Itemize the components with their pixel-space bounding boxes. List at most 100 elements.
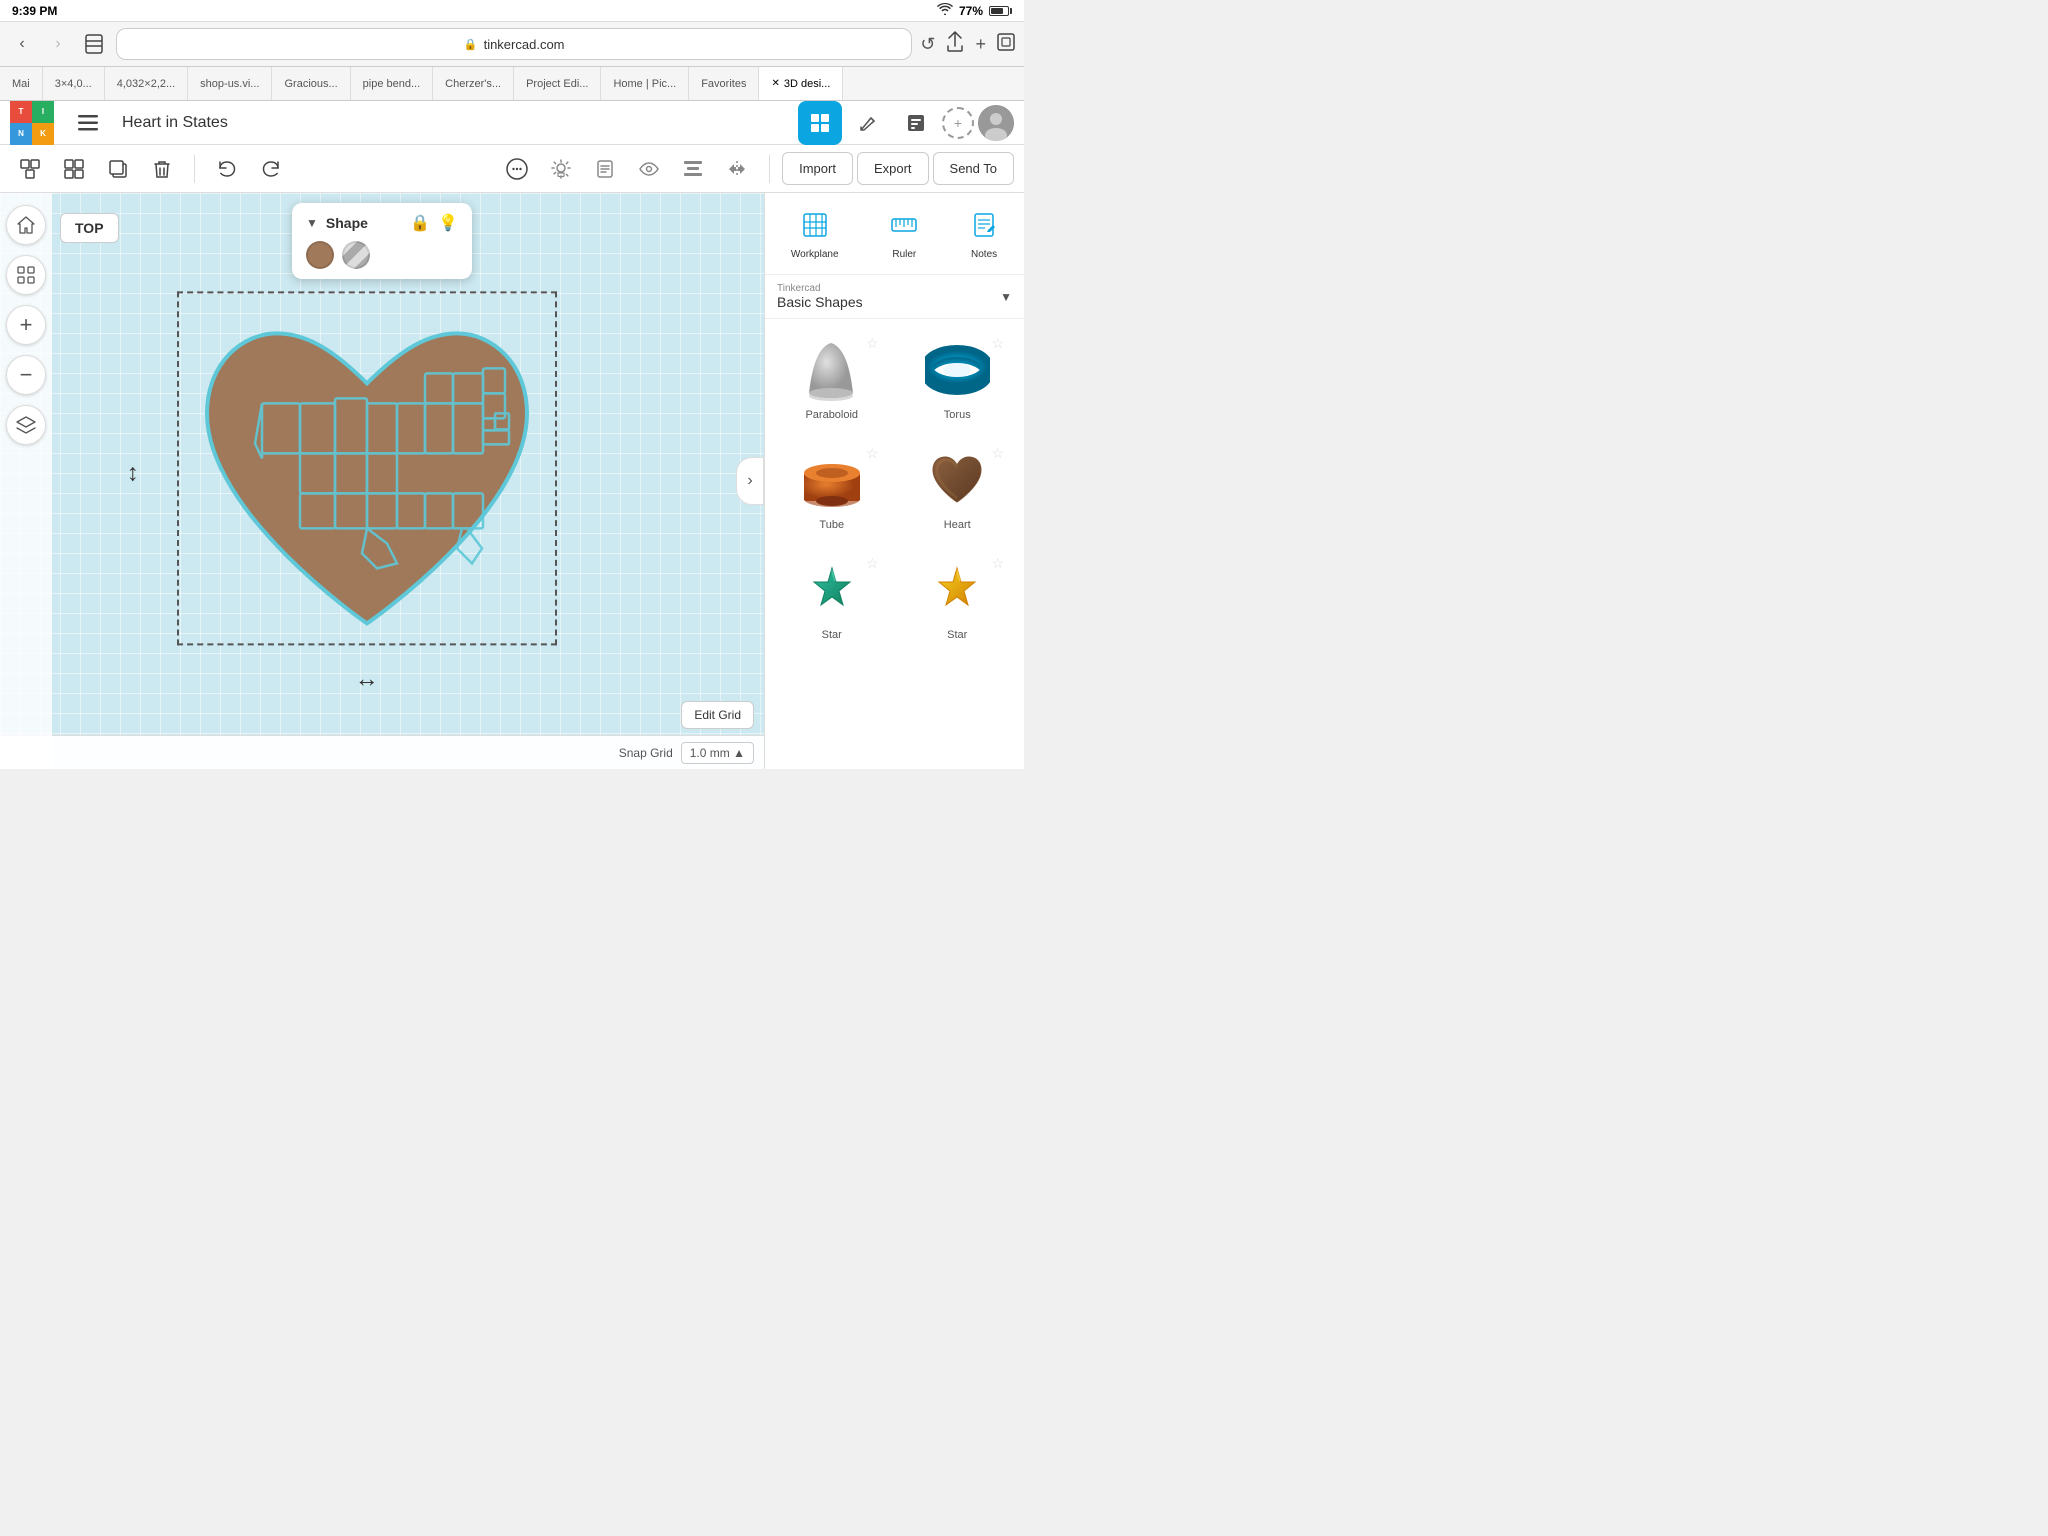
layers-button[interactable] (6, 405, 46, 445)
snap-grid-bar: Snap Grid 1.0 mm ▲ (0, 735, 764, 769)
shape-item-tube[interactable]: ☆ (773, 437, 891, 539)
forward-button[interactable]: › (44, 30, 72, 58)
bookmarks-button[interactable] (80, 30, 108, 58)
paraboloid-fav-star[interactable]: ☆ (866, 335, 879, 352)
tab-home[interactable]: Home | Pic... (601, 67, 689, 100)
mirror-button[interactable] (717, 150, 757, 188)
notes-icon (970, 211, 998, 245)
shape-item-paraboloid[interactable]: ☆ (773, 327, 891, 429)
horizontal-resize-arrow[interactable]: ↔ (355, 665, 379, 693)
shape-light-button[interactable]: 💡 (438, 213, 458, 233)
zoom-in-button[interactable]: + (6, 305, 46, 345)
tube-thumbnail (797, 445, 867, 515)
star2-name: Star (947, 629, 967, 641)
comment-button[interactable] (497, 150, 537, 188)
tab-gracious[interactable]: Gracious... (272, 67, 350, 100)
paraboloid-thumbnail (797, 335, 867, 405)
shape-item-heart[interactable]: ☆ H (899, 437, 1017, 539)
back-button[interactable]: ‹ (8, 30, 36, 58)
ruler-icon (890, 211, 918, 245)
export-button[interactable]: Export (857, 152, 929, 185)
app-header: T I N K Heart in States + (0, 101, 1024, 145)
hole-color-swatch[interactable] (342, 241, 370, 269)
heart-design-container[interactable]: ↕ ↔ (167, 283, 567, 663)
torus-fav-star[interactable]: ☆ (991, 335, 1004, 352)
grid-view-button[interactable] (798, 101, 842, 145)
import-button[interactable]: Import (782, 152, 853, 185)
menu-button[interactable] (66, 101, 110, 145)
vertical-resize-arrow[interactable]: ↕ (127, 459, 139, 487)
paraboloid-name: Paraboloid (805, 409, 858, 421)
logo-cell-k: K (32, 123, 54, 145)
time: 9:39 PM (12, 4, 57, 18)
shape-lock-button[interactable]: 🔒 (410, 213, 430, 233)
solid-color-swatch[interactable] (306, 241, 334, 269)
url-text: tinkercad.com (484, 37, 565, 52)
logo-cell-t: T (10, 101, 32, 123)
star1-fav-star[interactable]: ☆ (866, 555, 879, 572)
heart-fav-star[interactable]: ☆ (991, 445, 1004, 462)
home-view-button[interactable] (6, 205, 46, 245)
shape-panel-icons: 🔒 💡 (410, 213, 458, 233)
undo-button[interactable] (207, 150, 247, 188)
tab-cherzer[interactable]: Cherzer's... (433, 67, 514, 100)
reload-button[interactable]: ↺ (920, 34, 935, 55)
notes-button[interactable]: Notes (960, 207, 1008, 264)
tab-pipe[interactable]: pipe bend... (351, 67, 434, 100)
shape-item-star1[interactable]: ☆ S (773, 547, 891, 649)
shapes-grid: ☆ (765, 319, 1024, 769)
tab-4032[interactable]: 4,032×2,2... (105, 67, 188, 100)
main-layout: + − TOP ▼ Shape 🔒 💡 (0, 193, 1024, 769)
light-button[interactable] (541, 150, 581, 188)
shape-item-star2[interactable]: ☆ S (899, 547, 1017, 649)
build-mode-button[interactable] (846, 101, 890, 145)
browser-actions: ↺ + (920, 31, 1016, 58)
code-blocks-button[interactable] (894, 101, 938, 145)
logo-cell-i: I (32, 101, 54, 123)
star2-fav-star[interactable]: ☆ (991, 555, 1004, 572)
user-avatar[interactable] (978, 105, 1014, 141)
shape-panel-toggle[interactable]: ▼ (306, 216, 318, 230)
top-view-button[interactable]: TOP (60, 213, 119, 243)
fit-view-button[interactable] (6, 255, 46, 295)
snap-grid-label: Snap Grid (619, 746, 673, 760)
tab-view-button[interactable] (996, 32, 1016, 57)
align-button[interactable] (673, 150, 713, 188)
tab-favorites[interactable]: Favorites (689, 67, 759, 100)
canvas-panel-toggle[interactable]: › (736, 457, 764, 505)
duplicate-button[interactable] (98, 150, 138, 188)
tab-3x4[interactable]: 3×4,0... (43, 67, 105, 100)
tube-fav-star[interactable]: ☆ (866, 445, 879, 462)
edit-grid-button[interactable]: Edit Grid (681, 701, 754, 729)
note-button[interactable] (585, 150, 625, 188)
new-tab-button[interactable]: + (975, 34, 986, 55)
shape-item-torus[interactable]: ☆ (899, 327, 1017, 429)
ruler-button[interactable]: Ruler (880, 207, 928, 264)
tab-mai[interactable]: Mai (0, 67, 43, 100)
star2-thumbnail (922, 555, 992, 625)
tab-shop[interactable]: shop-us.vi... (188, 67, 272, 100)
tube-name: Tube (819, 519, 844, 531)
header-actions: + (798, 101, 1014, 145)
address-bar[interactable]: 🔒 tinkercad.com (116, 28, 912, 60)
toolbar: Import Export Send To (0, 145, 1024, 193)
add-user-button[interactable]: + (942, 107, 974, 139)
browser-chrome: ‹ › 🔒 tinkercad.com ↺ + (0, 22, 1024, 67)
notes-label: Notes (971, 249, 997, 260)
view-button[interactable] (629, 150, 669, 188)
shapes-dropdown-arrow[interactable]: ▼ (1000, 290, 1012, 304)
wifi-icon (937, 3, 953, 18)
ungroup-button[interactable] (54, 150, 94, 188)
tab-3d-design[interactable]: ✕ 3D desi... (759, 67, 843, 100)
group-button[interactable] (10, 150, 50, 188)
snap-value-selector[interactable]: 1.0 mm ▲ (681, 742, 754, 764)
tab-project[interactable]: Project Edi... (514, 67, 601, 100)
redo-button[interactable] (251, 150, 291, 188)
canvas-area[interactable]: + − TOP ▼ Shape 🔒 💡 (0, 193, 764, 769)
delete-button[interactable] (142, 150, 182, 188)
send-to-button[interactable]: Send To (933, 152, 1014, 185)
share-button[interactable] (945, 31, 965, 58)
shapes-dropdown[interactable]: Tinkercad Basic Shapes ▼ (765, 275, 1024, 319)
workplane-button[interactable]: Workplane (781, 207, 849, 264)
zoom-out-button[interactable]: − (6, 355, 46, 395)
